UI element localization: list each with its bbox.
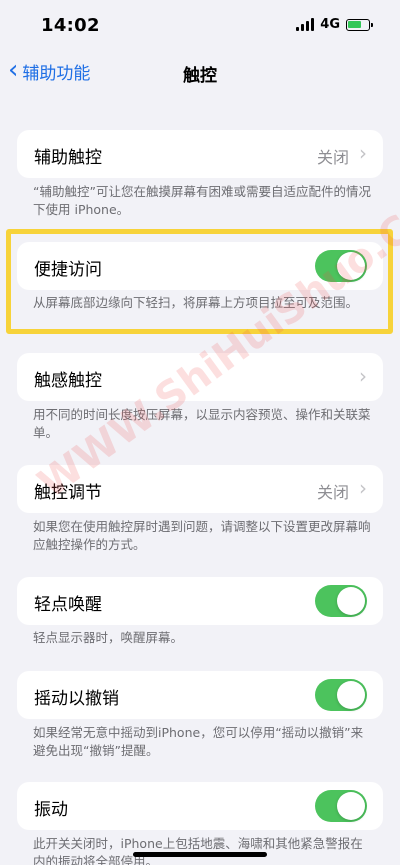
setting-footnote: 如果您在使用触控屏时遇到问题，请调整以下设置更改屏幕响应触控操作的方式。	[33, 519, 371, 552]
setting-tap-to-wake[interactable]: 轻点唤醒	[17, 577, 383, 625]
setting-label: 轻点唤醒	[34, 595, 102, 615]
status-bar: 14:02 4G	[0, 0, 400, 50]
chevron-right-icon: ›	[359, 476, 367, 500]
page-title: 触控	[183, 66, 217, 86]
navigation-bar: ‹ 辅助功能 触控	[0, 50, 400, 94]
home-indicator	[133, 852, 267, 857]
setting-footnote: “辅助触控”可让您在触摸屏幕有困难或需要自适应配件的情况下使用 iPhone。	[33, 184, 371, 217]
setting-vibration[interactable]: 振动	[17, 782, 383, 830]
battery-icon	[346, 18, 373, 31]
setting-assistive-touch[interactable]: 辅助触控 关闭 ›	[17, 130, 383, 178]
setting-footnote: 如果经常无意中摇动到iPhone，您可以停用“摇动以撤销”来避免出现“撤销”提醒…	[33, 725, 364, 758]
status-indicators: 4G	[296, 17, 373, 32]
setting-haptic-touch[interactable]: 触感触控 ›	[17, 353, 383, 401]
tap-to-wake-toggle[interactable]	[315, 585, 367, 617]
chevron-right-icon: ›	[359, 141, 367, 165]
setting-footnote: 轻点显示器时，唤醒屏幕。	[33, 630, 184, 645]
cellular-signal-icon	[296, 18, 315, 31]
status-time: 14:02	[41, 15, 100, 36]
setting-shake-to-undo[interactable]: 摇动以撤销	[17, 671, 383, 719]
setting-label: 辅助触控	[34, 148, 102, 168]
vibration-toggle[interactable]	[315, 790, 367, 822]
setting-value: 关闭	[316, 483, 349, 502]
chevron-right-icon: ›	[359, 364, 367, 388]
setting-label: 振动	[34, 800, 68, 820]
shake-to-undo-toggle[interactable]	[315, 679, 367, 711]
setting-footnote: 用不同的时间长度按压屏幕，以显示内容预览、操作和关联菜单。	[33, 407, 371, 440]
setting-value: 关闭	[316, 148, 349, 167]
setting-footnote: 此开关关闭时，iPhone上包括地震、海啸和其他紧急警报在内的振动将全部停用。	[33, 836, 363, 865]
setting-label: 摇动以撤销	[34, 689, 119, 709]
setting-label: 触控调节	[34, 483, 102, 503]
network-type: 4G	[320, 17, 340, 32]
setting-label: 触感触控	[34, 371, 102, 391]
setting-touch-accommodations[interactable]: 触控调节 关闭 ›	[17, 465, 383, 513]
highlight-box	[6, 229, 393, 334]
